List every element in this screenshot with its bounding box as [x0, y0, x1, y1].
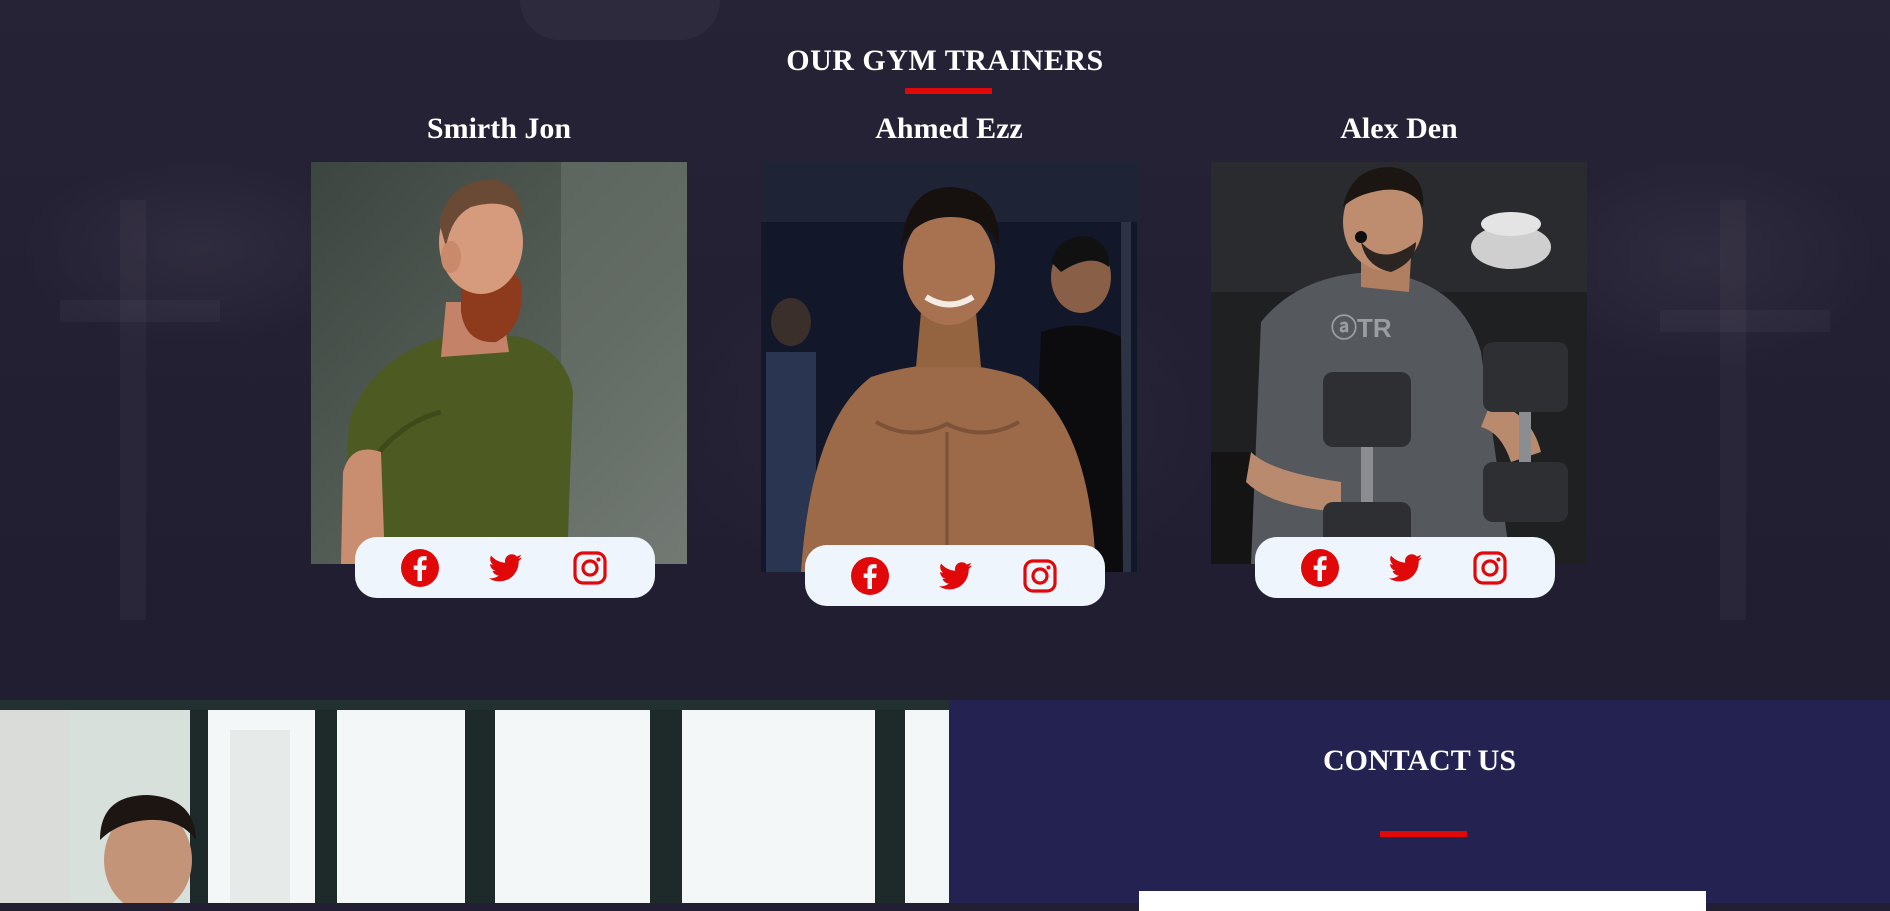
- instagram-icon[interactable]: [1020, 556, 1060, 596]
- section-title: OUR GYM TRAINERS: [786, 44, 1104, 77]
- social-links: [805, 545, 1105, 606]
- contact-title: CONTACT US: [1322, 744, 1517, 777]
- twitter-icon[interactable]: [935, 556, 975, 596]
- trainers-section: OUR GYM TRAINERS Smirth Jon Ahmed Ezz Al…: [0, 0, 1890, 700]
- twitter-icon[interactable]: [1385, 548, 1425, 588]
- social-links: [355, 537, 655, 598]
- background-decoration: [1660, 310, 1830, 332]
- background-decoration: [60, 300, 220, 322]
- contact-section: CONTACT US: [949, 700, 1890, 911]
- svg-text:ⓐTR: ⓐTR: [1331, 313, 1392, 343]
- trainer-photo: [311, 162, 687, 564]
- trainer-photo: ⓐTR: [1211, 162, 1587, 564]
- facebook-icon[interactable]: [850, 556, 890, 596]
- contact-side-photo: [0, 700, 949, 903]
- trainer-name: Smirth Jon: [426, 112, 572, 145]
- facebook-icon[interactable]: [400, 548, 440, 588]
- instagram-icon[interactable]: [1470, 548, 1510, 588]
- instagram-icon[interactable]: [570, 548, 610, 588]
- title-underline: [1380, 831, 1467, 837]
- contact-name-input[interactable]: [1139, 891, 1706, 911]
- background-decoration: [1720, 200, 1746, 620]
- background-decoration: [120, 200, 146, 620]
- title-underline: [905, 88, 992, 94]
- twitter-icon[interactable]: [485, 548, 525, 588]
- trainer-photo: [761, 162, 1137, 572]
- trainer-name: Ahmed Ezz: [875, 112, 1023, 145]
- trainer-name: Alex Den: [1340, 112, 1458, 145]
- social-links: [1255, 537, 1555, 598]
- background-decoration: [520, 0, 720, 40]
- facebook-icon[interactable]: [1300, 548, 1340, 588]
